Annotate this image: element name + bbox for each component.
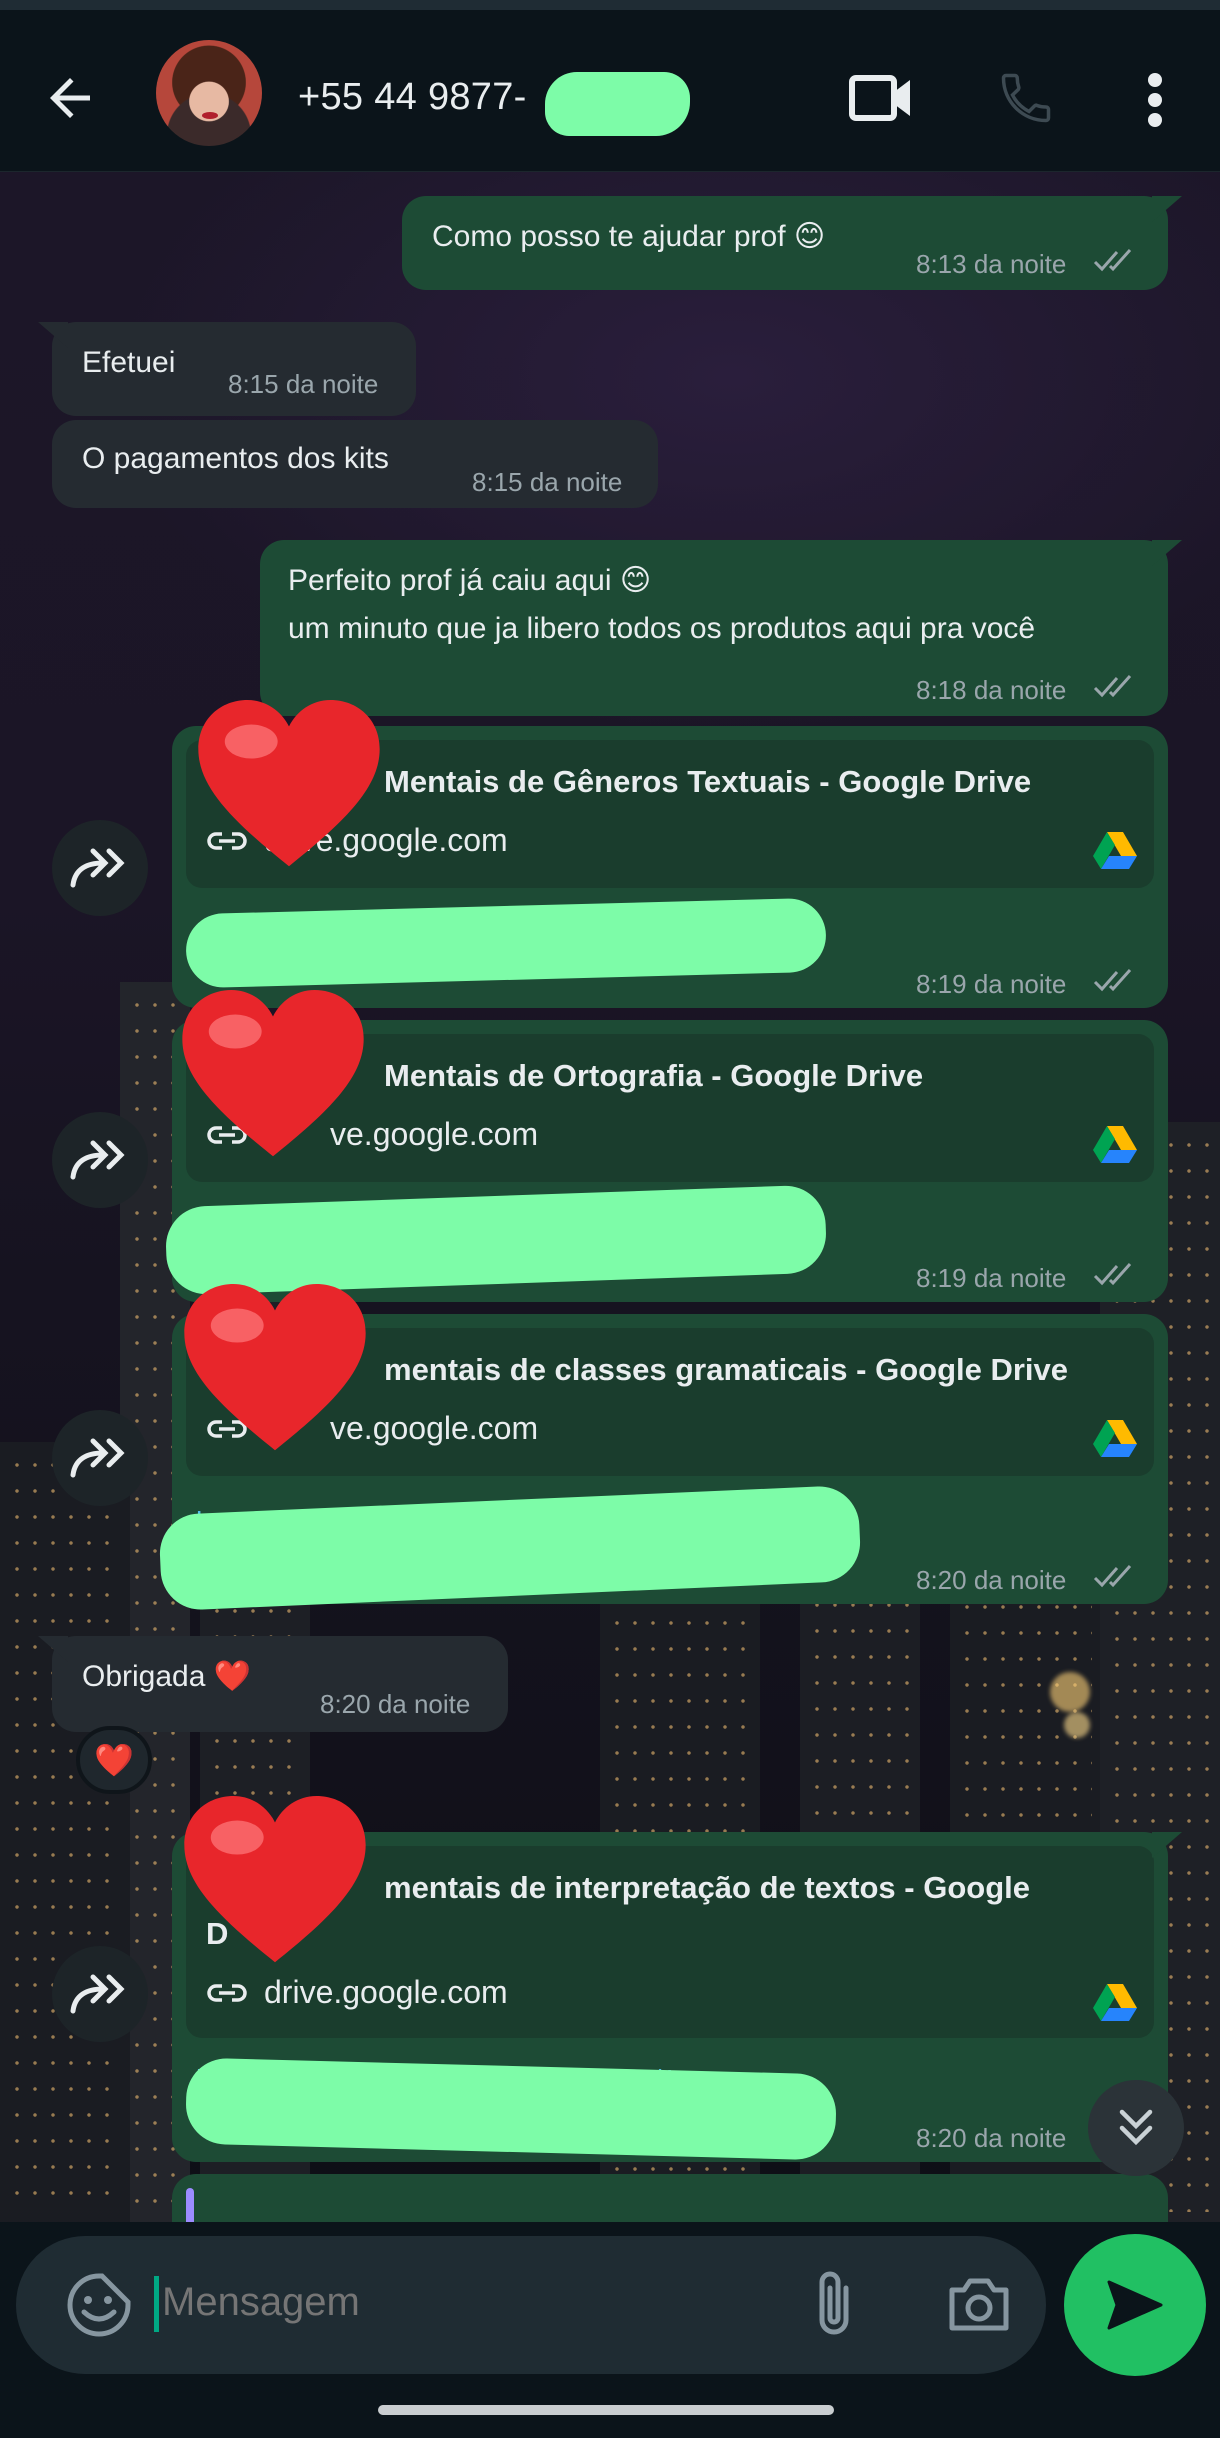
google-drive-icon <box>1093 1984 1137 2021</box>
text-cursor <box>154 2276 159 2332</box>
reaction-emoji: ❤️ <box>94 1742 134 1778</box>
message-text: Efetuei <box>82 346 176 379</box>
forward-icon <box>70 1140 125 1180</box>
message-bubble-outgoing[interactable]: Perfeito prof já caiu aqui 😊 um minuto q… <box>260 540 1168 716</box>
message-bubble-outgoing[interactable]: Como posso te ajudar prof 😊 8:13 da noit… <box>402 196 1168 290</box>
more-vert-icon[interactable] <box>1140 72 1170 128</box>
message-time: 8:19 da noite <box>916 1263 1067 1293</box>
forward-icon <box>70 848 125 888</box>
message-input[interactable] <box>162 2280 802 2325</box>
message-text-line1: Perfeito prof já caiu aqui 😊 <box>288 564 652 597</box>
message-time: 8:15 da noite <box>472 467 623 497</box>
message-time: 8:20 da noite <box>916 1565 1067 1595</box>
forward-icon <box>70 1438 125 1478</box>
message-text: O pagamentos dos kits <box>82 442 389 475</box>
read-receipt-icon <box>1093 968 1132 992</box>
phone-call-icon[interactable] <box>996 68 1056 128</box>
home-indicator <box>378 2405 834 2415</box>
google-drive-icon <box>1093 832 1137 869</box>
heart-sticker-icon <box>184 1796 366 1963</box>
link-chain-icon <box>207 1984 247 2002</box>
redaction-mark <box>184 2057 838 2161</box>
message-bubble-incoming[interactable]: Obrigada ❤️ 8:20 da noite <box>52 1636 508 1732</box>
message-time: 8:20 da noite <box>320 1689 471 1719</box>
redaction-mark <box>545 72 690 136</box>
message-time: 8:20 da noite <box>916 2123 1067 2153</box>
message-bubble-incoming[interactable]: O pagamentos dos kits 8:15 da noite <box>52 420 658 508</box>
message-text: Obrigada ❤️ <box>82 1660 252 1693</box>
message-composer[interactable] <box>16 2236 1046 2374</box>
message-time: 8:18 da noite <box>916 675 1067 705</box>
heart-sticker-icon <box>182 990 364 1157</box>
forward-button[interactable] <box>52 1112 148 1208</box>
status-bar <box>0 0 1220 10</box>
message-reaction[interactable]: ❤️ <box>76 1726 152 1794</box>
message-time: 8:13 da noite <box>916 249 1067 279</box>
camera-icon[interactable] <box>946 2276 1012 2332</box>
link-domain: drive.google.com <box>264 1974 508 2010</box>
read-receipt-icon <box>1093 248 1132 272</box>
message-text: Como posso te ajudar prof 😊 <box>432 220 826 253</box>
send-icon <box>1107 2280 1163 2330</box>
back-arrow-icon[interactable] <box>40 68 100 128</box>
link-title: Mentais de Gêneros Textuais - Google Dri… <box>384 764 1032 799</box>
forward-button[interactable] <box>52 1410 148 1506</box>
google-drive-icon <box>1093 1420 1137 1457</box>
link-title: mentais de interpretação de textos - Goo… <box>384 1870 1030 1905</box>
chat-header: +55 44 9877- <box>0 10 1220 172</box>
send-button[interactable] <box>1064 2234 1206 2376</box>
message-text-line2: um minuto que ja libero todos os produto… <box>288 612 1036 645</box>
scroll-to-bottom-button[interactable] <box>1088 2080 1184 2176</box>
forward-icon <box>70 1974 125 2014</box>
heart-sticker-icon <box>184 1284 366 1451</box>
contact-avatar[interactable] <box>156 40 262 146</box>
link-title: Mentais de Ortografia - Google Drive <box>384 1058 924 1093</box>
link-title: mentais de classes gramaticais - Google … <box>384 1352 1069 1387</box>
double-chevron-down-icon <box>1119 2109 1153 2146</box>
google-drive-icon <box>1093 1126 1137 1163</box>
read-receipt-icon <box>1093 674 1132 698</box>
contact-name[interactable]: +55 44 9877- <box>298 76 527 119</box>
message-bubble-incoming[interactable]: Efetuei 8:15 da noite <box>52 322 416 416</box>
forward-button[interactable] <box>52 820 148 916</box>
message-time: 8:19 da noite <box>916 969 1067 999</box>
video-call-icon[interactable] <box>848 72 914 124</box>
read-receipt-icon <box>1093 1262 1132 1286</box>
heart-sticker-icon <box>198 700 380 867</box>
attach-icon[interactable] <box>812 2268 856 2340</box>
read-receipt-icon <box>1093 1564 1132 1588</box>
message-time: 8:15 da noite <box>228 369 379 399</box>
forward-button[interactable] <box>52 1946 148 2042</box>
sticker-icon[interactable] <box>66 2272 132 2338</box>
